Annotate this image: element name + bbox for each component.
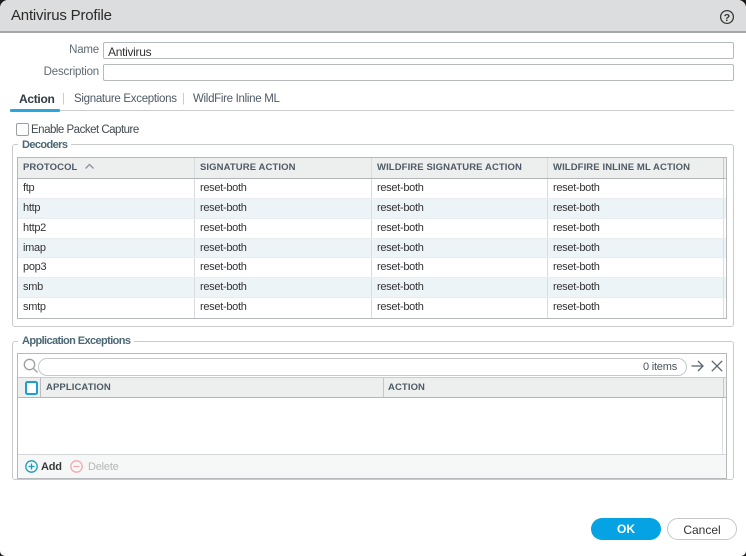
svg-text:?: ? bbox=[724, 12, 730, 24]
